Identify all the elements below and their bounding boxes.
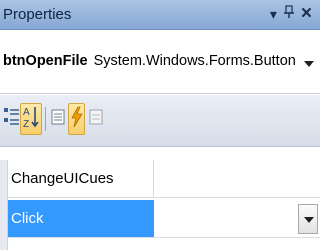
title-bar-controls: ▾ × [270, 4, 312, 24]
property-value[interactable] [154, 160, 320, 197]
properties-toolbar: A Z [0, 95, 320, 147]
chevron-down-icon[interactable] [304, 61, 314, 67]
object-name: btnOpenFile [3, 53, 88, 69]
svg-text:Z: Z [23, 119, 29, 130]
alphabetical-button[interactable]: A Z [20, 103, 42, 135]
object-selector[interactable]: btnOpenFile System.Windows.Forms.Button [0, 30, 320, 94]
value-dropdown-button[interactable] [298, 204, 318, 234]
properties-title-bar: Properties ▾ × [0, 0, 320, 30]
close-icon[interactable]: × [301, 4, 312, 24]
dropdown-arrow-icon[interactable]: ▾ [270, 4, 277, 24]
svg-text:A: A [23, 107, 30, 118]
object-selector-text: btnOpenFile System.Windows.Forms.Button [3, 53, 296, 69]
grid-row-click[interactable]: Click [8, 200, 320, 238]
grid-row-changeuicues[interactable]: ChangeUICues [8, 160, 320, 198]
pin-icon[interactable] [283, 4, 294, 24]
properties-icon [51, 107, 65, 132]
property-pages-button[interactable] [87, 103, 104, 135]
property-name[interactable]: ChangeUICues [8, 160, 154, 197]
events-button[interactable] [68, 103, 85, 135]
property-pages-icon [89, 107, 103, 132]
events-lightning-icon [70, 106, 83, 133]
object-type: System.Windows.Forms.Button [93, 53, 296, 69]
property-value-editor[interactable] [154, 200, 320, 237]
toolbar-separator [45, 107, 46, 131]
properties-button[interactable] [50, 103, 66, 135]
categorized-button[interactable] [3, 103, 21, 135]
window-title: Properties [3, 6, 72, 23]
categorized-icon [4, 106, 20, 133]
grid-gutter [0, 160, 8, 250]
alphabetical-icon: A Z [22, 104, 40, 135]
property-name[interactable]: Click [8, 200, 154, 237]
property-grid: ChangeUICues Click [0, 160, 320, 250]
